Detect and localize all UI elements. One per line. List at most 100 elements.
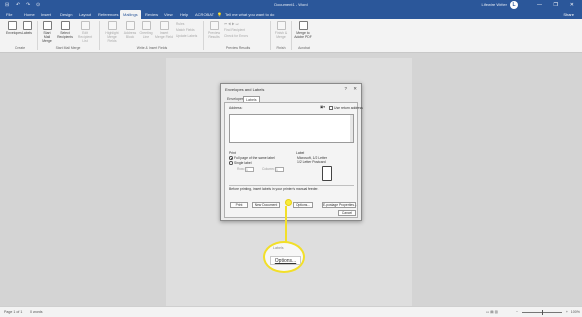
envelopes-button[interactable]: Envelopes: [6, 21, 22, 35]
rules-button[interactable]: Rules: [176, 22, 184, 26]
check-errors-button[interactable]: Check for Errors: [224, 34, 248, 38]
tab-view[interactable]: View: [164, 10, 173, 19]
group-start-mail-merge-label: Start Mail Merge: [55, 46, 81, 50]
greeting-line-button[interactable]: Greeting Line: [139, 21, 153, 39]
zoom-slider-thumb[interactable]: [541, 310, 543, 315]
edit-recipient-list-button[interactable]: Edit Recipient List: [76, 21, 94, 43]
column-input[interactable]: 1: [275, 167, 284, 172]
divider: [229, 185, 354, 186]
group-create-label: Create: [14, 46, 26, 50]
new-document-button[interactable]: New Document: [252, 202, 280, 208]
group-separator: [203, 21, 204, 50]
address-scrollbar[interactable]: [350, 115, 353, 142]
use-return-address-label: Use return address: [334, 106, 363, 110]
restore-icon[interactable]: ❐: [554, 0, 558, 10]
options-highlight-marker: [285, 199, 292, 206]
print-button[interactable]: Print: [230, 202, 248, 208]
zoom-level[interactable]: 100%: [571, 307, 580, 317]
tab-mailings[interactable]: Mailings: [120, 10, 141, 19]
start-mail-merge-button[interactable]: Start Mail Merge: [40, 21, 54, 43]
label-product[interactable]: 1/2 Letter Postcard: [297, 160, 326, 164]
label-icon: [22, 21, 32, 30]
tab-acrobat[interactable]: ACROBAT: [195, 10, 214, 19]
find-recipient-button[interactable]: Find Recipient: [224, 28, 245, 32]
row-input[interactable]: 1: [245, 167, 254, 172]
group-separator: [99, 21, 100, 50]
zoom-out-icon[interactable]: −: [516, 307, 518, 317]
ribbon: Envelopes Labels Create Start Mail Merge…: [0, 19, 582, 53]
view-mode-icons[interactable]: ▭ ▤ ▥: [486, 307, 498, 317]
tab-review[interactable]: Review: [145, 10, 158, 19]
labels-button[interactable]: Labels: [21, 21, 33, 35]
group-preview-label: Preview Results: [225, 46, 251, 50]
label-section-label: Label: [296, 151, 305, 155]
page-count[interactable]: Page 1 of 1: [4, 307, 22, 317]
tell-me-search[interactable]: Tell me what you want to do: [225, 10, 274, 19]
ribbon-tabs: File Home Insert Design Layout Reference…: [0, 10, 582, 19]
finish-icon: [276, 21, 286, 30]
column-label: Column:: [262, 167, 275, 171]
address-block-button[interactable]: Address Block: [123, 21, 137, 39]
group-write-insert-label: Write & Insert Fields: [136, 46, 168, 50]
title-bar: ⊟ ↶ ↷ ⊙ Document1 - Word Lifewire Writer…: [0, 0, 582, 10]
printer-note: Before printing, insert labels in your p…: [229, 187, 319, 191]
recipients-icon: [60, 21, 70, 30]
greeting-icon: [141, 21, 151, 30]
callout-options-button[interactable]: Options...: [270, 256, 301, 265]
row-label: Row:: [237, 167, 245, 171]
minimize-icon[interactable]: —: [537, 0, 542, 10]
tab-file[interactable]: File: [6, 10, 12, 19]
preview-icon: [209, 21, 219, 30]
update-labels-button[interactable]: Update Labels: [176, 34, 197, 38]
avatar[interactable]: L: [510, 1, 518, 9]
cancel-button[interactable]: Cancel: [338, 210, 356, 216]
tab-home[interactable]: Home: [24, 10, 35, 19]
callout-context-text: Labels: [273, 246, 284, 250]
tab-help[interactable]: Help: [180, 10, 188, 19]
zoom-in-icon[interactable]: +: [566, 307, 568, 317]
group-separator: [270, 21, 271, 50]
lightbulb-icon: 💡: [217, 12, 222, 17]
full-page-label: Full page of the same label: [234, 156, 275, 160]
dialog-title: Envelopes and Labels: [225, 87, 265, 92]
address-label: Address:: [229, 106, 243, 110]
preview-results-button[interactable]: Preview Results: [207, 21, 221, 39]
options-zoom-callout: Labels Options...: [263, 241, 305, 273]
finish-merge-button[interactable]: Finish & Merge: [274, 21, 288, 39]
options-button[interactable]: Options...: [293, 202, 313, 208]
tab-references[interactable]: References: [98, 10, 118, 19]
match-fields-button[interactable]: Match Fields: [176, 28, 195, 32]
envelope-icon: [7, 21, 17, 30]
word-count[interactable]: 0 words: [30, 307, 43, 317]
help-icon[interactable]: ?: [344, 86, 347, 91]
edit-list-icon: [80, 21, 90, 30]
use-return-address-checkbox[interactable]: [329, 106, 333, 110]
share-button[interactable]: Share: [563, 10, 574, 19]
single-label-radio[interactable]: [229, 161, 233, 165]
address-textarea[interactable]: [229, 114, 354, 143]
group-acrobat-label: Acrobat: [298, 46, 310, 50]
close-icon[interactable]: ✕: [570, 0, 574, 10]
user-name[interactable]: Lifewire Writer: [482, 0, 508, 10]
group-finish-label: Finish: [276, 46, 286, 50]
label-preview-icon[interactable]: [322, 166, 332, 181]
mail-merge-icon: [42, 21, 52, 30]
navigation-arrows[interactable]: ⏮ ◀ ▶ ⏭: [224, 22, 239, 26]
insert-field-icon: [159, 21, 169, 30]
merge-to-adobe-pdf-button[interactable]: Merge to Adobe PDF: [294, 21, 312, 39]
dialog-close-icon[interactable]: ✕: [353, 86, 357, 92]
address-book-icon[interactable]: ▣▾: [320, 105, 325, 109]
address-block-icon: [125, 21, 135, 30]
callout-connector: [285, 206, 287, 246]
tab-design[interactable]: Design: [60, 10, 72, 19]
status-bar: Page 1 of 1 0 words ▭ ▤ ▥ − + 100%: [0, 306, 582, 317]
full-page-radio[interactable]: [229, 156, 233, 160]
select-recipients-button[interactable]: Select Recipients: [57, 21, 73, 39]
insert-merge-field-button[interactable]: Insert Merge Field: [155, 21, 173, 39]
highlight-icon: [107, 21, 117, 30]
tab-layout[interactable]: Layout: [79, 10, 91, 19]
epostage-properties-button[interactable]: E-postage Properties...: [322, 202, 357, 208]
tab-insert[interactable]: Insert: [41, 10, 51, 19]
pdf-icon: [298, 21, 308, 30]
highlight-merge-fields-button[interactable]: Highlight Merge Fields: [103, 21, 121, 43]
